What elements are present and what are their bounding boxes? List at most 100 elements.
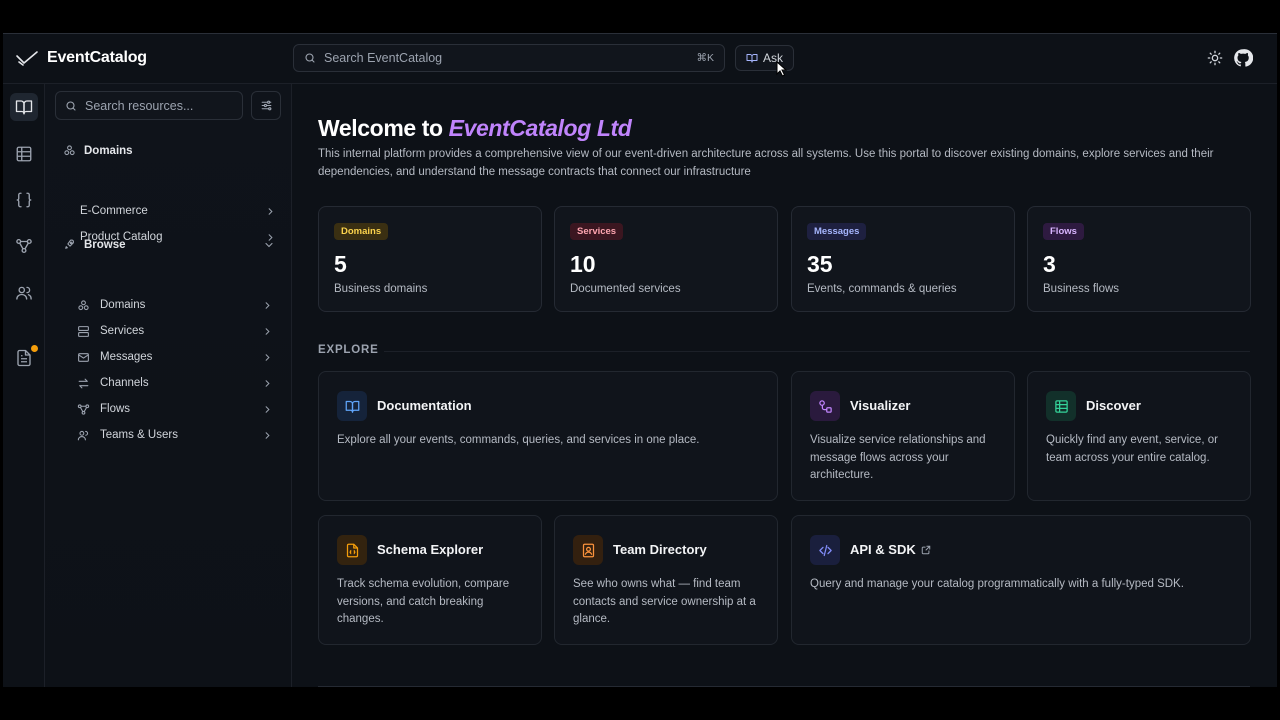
- flow-icon: [77, 403, 90, 415]
- logo[interactable]: EventCatalog: [15, 46, 147, 70]
- rail-discover-button[interactable]: [10, 140, 38, 168]
- rocket-icon: [65, 239, 74, 249]
- card-title-text: Visualizer: [850, 398, 911, 413]
- schema-file-icon: [346, 543, 358, 557]
- book-open-icon: [15, 100, 33, 115]
- card-description: Explore all your events, commands, queri…: [337, 434, 700, 446]
- sidebar-group-domains[interactable]: Domains: [63, 144, 275, 157]
- card-icon-box: [337, 535, 367, 565]
- rail-schemas-button[interactable]: [10, 186, 38, 214]
- rail-visualizer-button[interactable]: [10, 232, 38, 260]
- sun-icon[interactable]: [1207, 50, 1223, 66]
- card-description: Query and manage your catalog programmat…: [810, 578, 1184, 590]
- chevron-right-icon: [265, 353, 270, 361]
- search-icon: [66, 100, 76, 111]
- sidebar-item-label: Flows: [100, 403, 131, 415]
- card-title: Schema Explorer: [377, 542, 483, 557]
- main-content: Welcome to EventCatalog Ltd This interna…: [292, 84, 1277, 687]
- users-icon: [16, 286, 32, 300]
- sidebar-item-label: Messages: [100, 351, 153, 363]
- flow-icon: [16, 238, 32, 254]
- page-title: Welcome to EventCatalog Ltd: [318, 115, 632, 142]
- stat-tag: Flows: [1043, 223, 1084, 240]
- card-icon-box: [810, 391, 840, 421]
- search-placeholder: Search EventCatalog: [324, 51, 443, 65]
- rail-docs-button[interactable]: [10, 93, 38, 121]
- chevron-right-icon: [265, 301, 270, 309]
- stat-tag: Domains: [334, 223, 389, 240]
- book-open-icon: [746, 54, 758, 63]
- sidebar: Search resources... Domains E-Commerce P…: [45, 84, 292, 687]
- code-icon: [818, 544, 832, 556]
- stat-card-domains[interactable]: Domains 5 Business domains: [318, 206, 542, 312]
- visualizer-icon: [818, 399, 832, 413]
- sidebar-item-services[interactable]: Services: [77, 321, 273, 341]
- sidebar-group-browse[interactable]: Browse: [63, 238, 275, 251]
- sidebar-item-channels[interactable]: Channels: [77, 373, 273, 393]
- card-documentation[interactable]: Documentation Explore all your events, c…: [318, 371, 778, 501]
- sidebar-item-teams-users[interactable]: Teams & Users: [77, 425, 273, 445]
- contact-icon: [582, 543, 594, 557]
- card-icon-box: [810, 535, 840, 565]
- search-shortcut: ⌘K: [696, 52, 714, 64]
- stat-value: 5: [334, 251, 347, 277]
- mail-icon: [78, 352, 89, 362]
- sidebar-item-label: Domains: [100, 299, 146, 311]
- stat-tag: Messages: [807, 223, 867, 240]
- external-link-icon: [921, 545, 930, 554]
- stat-value: 35: [807, 251, 833, 277]
- card-description: See who owns what — find team contacts a…: [573, 578, 756, 625]
- sidebar-group-label: Browse: [84, 238, 126, 251]
- github-icon[interactable]: [1233, 48, 1253, 68]
- stat-label: Business domains: [334, 283, 428, 295]
- card-title-text: Discover: [1086, 398, 1141, 413]
- card-title-text: Documentation: [377, 398, 472, 413]
- global-search-input[interactable]: Search EventCatalog ⌘K: [293, 44, 725, 72]
- card-title: API & SDK: [850, 542, 931, 557]
- card-description: Visualize service relationships and mess…: [810, 434, 986, 481]
- users-icon: [77, 430, 89, 440]
- sidebar-item-label: Services: [100, 325, 145, 337]
- divider: [384, 351, 1250, 352]
- stat-label: Events, commands & queries: [807, 283, 957, 295]
- mouse-cursor-icon: [776, 61, 788, 77]
- stat-card-flows[interactable]: Flows 3 Business flows: [1027, 206, 1251, 312]
- chevron-right-icon: [268, 207, 273, 215]
- chevron-right-icon: [265, 405, 270, 413]
- stat-value: 10: [570, 251, 596, 277]
- sidebar-search-placeholder: Search resources...: [85, 98, 194, 113]
- rail-teams-button[interactable]: [10, 279, 38, 307]
- sidebar-item-label: Channels: [100, 377, 149, 389]
- eventcatalog-logo-icon: [16, 51, 38, 66]
- sidebar-item-flows[interactable]: Flows: [77, 399, 273, 419]
- card-team-directory[interactable]: Team Directory See who owns what — find …: [554, 515, 778, 645]
- sidebar-item-domains[interactable]: Domains: [77, 295, 273, 315]
- notification-badge: [31, 345, 38, 352]
- explore-heading: EXPLORE: [318, 344, 379, 356]
- rail-changelog-button[interactable]: [10, 344, 38, 372]
- card-schema-explorer[interactable]: Schema Explorer Track schema evolution, …: [318, 515, 542, 645]
- table-icon: [1054, 399, 1068, 413]
- filter-button[interactable]: [251, 91, 281, 120]
- chevron-down-icon: [265, 242, 273, 248]
- sidebar-search-input[interactable]: Search resources...: [55, 91, 243, 120]
- card-discover[interactable]: Discover Quickly find any event, service…: [1027, 371, 1251, 501]
- sidebar-item-label: E-Commerce: [80, 205, 148, 217]
- domains-icon: [64, 145, 75, 156]
- sidebar-item-e-commerce[interactable]: E-Commerce: [80, 201, 276, 221]
- file-text-icon: [17, 349, 31, 367]
- book-icon: [345, 400, 359, 413]
- sidebar-item-messages[interactable]: Messages: [77, 347, 273, 367]
- card-title: Visualizer: [850, 398, 910, 413]
- stat-card-messages[interactable]: Messages 35 Events, commands & queries: [791, 206, 1015, 312]
- card-api-sdk[interactable]: API & SDK Query and manage your catalog …: [791, 515, 1251, 645]
- intro-text: This internal platform provides a compre…: [318, 148, 1214, 178]
- top-bar: EventCatalog Search EventCatalog ⌘K Ask: [3, 34, 1277, 84]
- stat-tag: Services: [570, 223, 624, 240]
- card-visualizer[interactable]: Visualizer Visualize service relationshi…: [791, 371, 1015, 501]
- chevron-right-icon: [265, 431, 270, 439]
- stat-card-services[interactable]: Services 10 Documented services: [554, 206, 778, 312]
- sidebar-group-label: Domains: [84, 144, 133, 157]
- sidebar-item-label: Teams & Users: [100, 429, 178, 441]
- card-title-text: Schema Explorer: [377, 542, 484, 557]
